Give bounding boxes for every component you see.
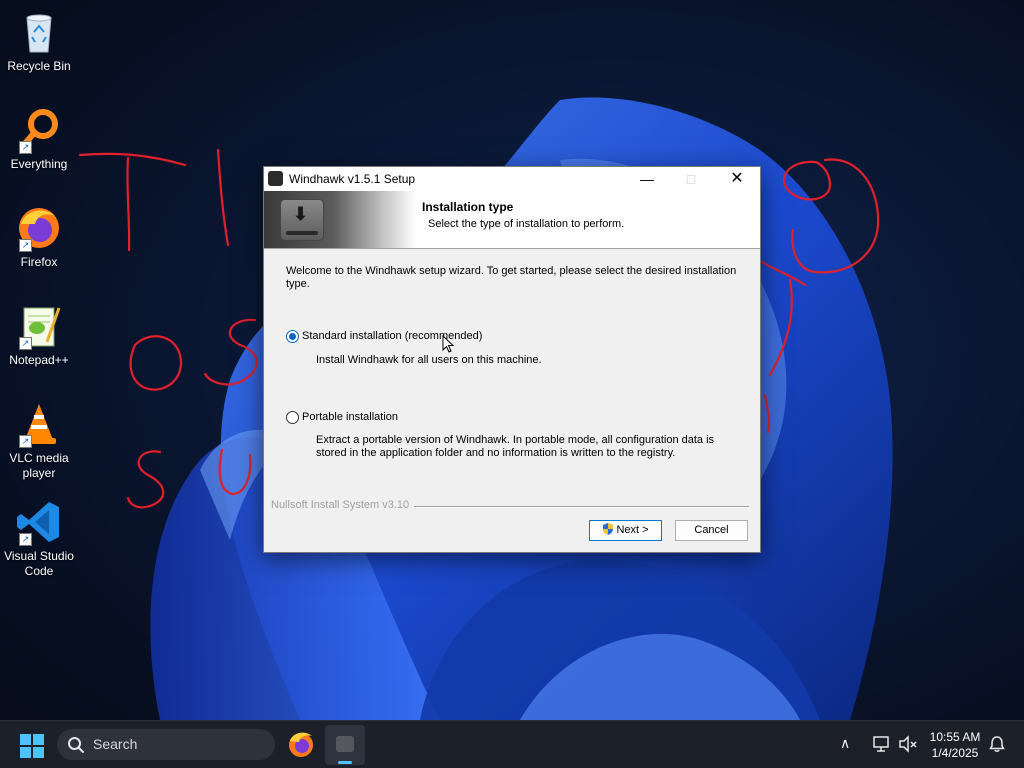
taskbar: Search ∧ 10:55 AM 1/4/2025	[0, 720, 1024, 768]
taskbar-clock[interactable]: 10:55 AM 1/4/2025	[924, 729, 986, 761]
desktop-icon-label: Visual Studio Code	[4, 549, 74, 578]
firefox-icon: ↗	[15, 204, 63, 252]
network-icon[interactable]	[872, 735, 892, 753]
header-title: Installation type	[422, 200, 514, 214]
cancel-button[interactable]: Cancel	[675, 520, 748, 541]
show-hidden-icons-chevron-icon[interactable]: ∧	[840, 735, 850, 752]
next-button[interactable]: Next >	[589, 520, 662, 541]
mouse-cursor-icon	[442, 335, 454, 353]
windhawk-app-icon	[268, 171, 283, 186]
desktop-icon-label: Recycle Bin	[7, 59, 71, 73]
standard-installation-label[interactable]: Standard installation (recommended)	[302, 330, 482, 342]
desktop-icon-label: Firefox	[20, 255, 58, 269]
shortcut-arrow-icon: ↗	[19, 239, 32, 252]
window-title: Windhawk v1.5.1 Setup	[289, 172, 416, 186]
shortcut-arrow-icon: ↗	[19, 141, 32, 154]
shortcut-arrow-icon: ↗	[19, 533, 32, 546]
welcome-text: Welcome to the Windhawk setup wizard. To…	[286, 265, 737, 290]
clock-date: 1/4/2025	[931, 746, 979, 760]
download-disk-icon: ⬇	[280, 199, 324, 241]
taskbar-firefox-icon[interactable]	[285, 728, 317, 762]
search-icon	[68, 737, 84, 753]
separator-line	[414, 506, 749, 508]
close-button[interactable]: ✕	[714, 167, 760, 191]
everything-search-icon: ↗	[15, 106, 63, 154]
recycle-bin-icon	[15, 8, 63, 56]
minimize-button[interactable]: —	[624, 167, 670, 191]
desktop: Recycle Bin ↗ Everything ↗ Firefox ↗ Not…	[0, 0, 1024, 768]
search-placeholder: Search	[93, 736, 138, 752]
taskbar-search-box[interactable]: Search	[57, 729, 275, 760]
setup-dialog: Windhawk v1.5.1 Setup — □ ✕ ⬇ Installati…	[263, 166, 761, 553]
active-window-indicator	[338, 761, 352, 764]
notepad-plus-plus-icon: ↗	[15, 302, 63, 350]
desktop-icon-label: Everything	[10, 157, 68, 171]
title-bar[interactable]: Windhawk v1.5.1 Setup — □ ✕	[264, 167, 760, 191]
shortcut-arrow-icon: ↗	[19, 337, 32, 350]
desktop-icon-firefox[interactable]: ↗ Firefox	[2, 204, 76, 270]
portable-installation-description: Extract a portable version of Windhawk. …	[316, 434, 715, 459]
desktop-icon-vlc[interactable]: ↗ VLC media player	[2, 400, 76, 481]
portable-installation-radio[interactable]	[286, 411, 299, 424]
header-banner-image: ⬇	[264, 191, 416, 248]
desktop-icon-label: VLC media player	[9, 451, 69, 480]
standard-installation-description: Install Windhawk for all users on this m…	[316, 354, 542, 366]
header-subtitle: Select the type of installation to perfo…	[428, 218, 625, 230]
wizard-header: ⬇ Installation type Select the type of i…	[264, 191, 760, 249]
notification-bell-icon[interactable]	[988, 735, 1006, 753]
desktop-icon-everything[interactable]: ↗ Everything	[2, 106, 76, 172]
desktop-icon-vscode[interactable]: ↗ Visual Studio Code	[2, 498, 76, 579]
maximize-button: □	[686, 171, 696, 187]
vlc-icon: ↗	[15, 400, 63, 448]
portable-installation-label[interactable]: Portable installation	[302, 411, 398, 423]
taskbar-windhawk-setup-button[interactable]	[325, 725, 365, 765]
nsis-branding: Nullsoft Install System v3.10	[271, 499, 410, 511]
next-button-label: Next >	[616, 524, 649, 536]
clock-time: 10:55 AM	[929, 730, 981, 744]
volume-muted-icon[interactable]	[898, 735, 918, 753]
uac-shield-icon	[603, 523, 614, 535]
windhawk-setup-icon	[336, 736, 354, 752]
desktop-icon-label: Notepad++	[9, 353, 69, 367]
windows-start-icon[interactable]	[20, 734, 44, 758]
desktop-icon-notepadpp[interactable]: ↗ Notepad++	[2, 302, 76, 368]
desktop-icon-recycle-bin[interactable]: Recycle Bin	[2, 8, 76, 74]
shortcut-arrow-icon: ↗	[19, 435, 32, 448]
vscode-icon: ↗	[15, 498, 63, 546]
standard-installation-radio[interactable]	[286, 330, 299, 343]
